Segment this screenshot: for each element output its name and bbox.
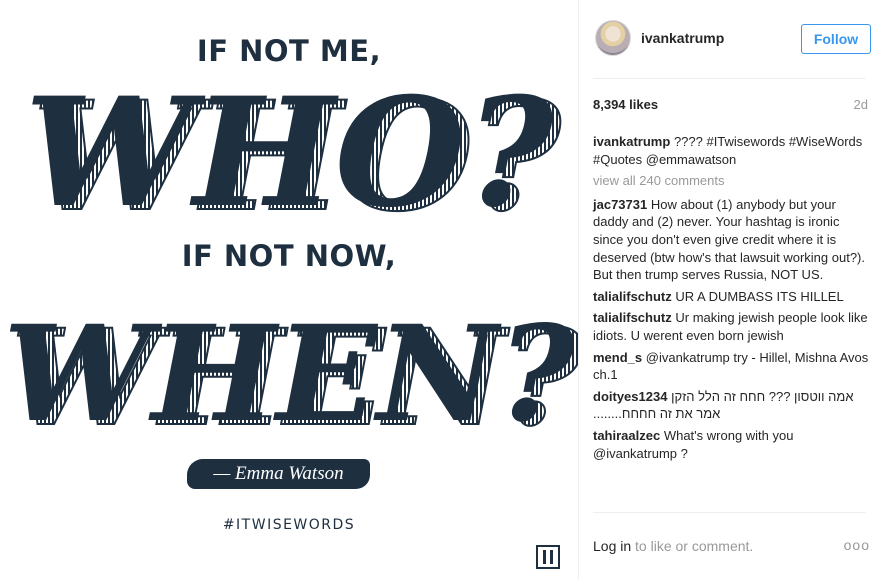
image-hashtag: #ITWISEWORDS: [222, 517, 356, 533]
attribution-text: — Emma Watson: [213, 463, 344, 484]
list-item: talialifschutz Ur making jewish people l…: [593, 309, 869, 344]
list-item: tahiraalzec What's wrong with you @ivank…: [593, 427, 869, 462]
comment-text: UR A DUMBASS ITS HILLEL: [675, 288, 844, 304]
username-link[interactable]: ivankatrump: [641, 30, 724, 46]
quote-line-2: IF NOT NOW,: [181, 239, 397, 273]
avatar[interactable]: [595, 20, 631, 56]
comments-list: ivankatrump ???? #ITwisewords #WiseWords…: [593, 133, 869, 466]
comment-username[interactable]: talialifschutz: [593, 289, 672, 304]
quote-artwork: WHO? WHO? WHEN? WHEN?: [3, 65, 578, 457]
list-item: doityes1234 אמה ווטסון ??? חחח זה הלל הז…: [593, 388, 869, 423]
more-options-icon[interactable]: ooo: [844, 537, 870, 553]
post-time[interactable]: 2d: [854, 97, 868, 112]
attribution-badge: — Emma Watson: [187, 459, 370, 489]
login-link[interactable]: Log in: [593, 538, 631, 554]
quote-word-who-fill: WHO?: [25, 65, 556, 241]
follow-button[interactable]: Follow: [801, 24, 871, 54]
post-image: IF NOT ME, WHO? WHO? WHEN? WHEN? IF NOT …: [0, 0, 578, 580]
login-prompt: Log in to like or comment.: [593, 538, 753, 554]
post-sidebar: ivankatrump Follow 8,394 likes 2d ivanka…: [578, 0, 880, 580]
ivanka-logo-icon: [536, 545, 560, 569]
comment-username[interactable]: talialifschutz: [593, 310, 672, 325]
comment-username[interactable]: mend_s: [593, 350, 642, 365]
view-all-comments-link[interactable]: view all 240 comments: [593, 172, 869, 190]
comment-username[interactable]: doityes1234: [593, 389, 667, 404]
likes-count[interactable]: 8,394 likes: [593, 97, 658, 112]
divider: [593, 512, 866, 513]
caption-username[interactable]: ivankatrump: [593, 134, 670, 149]
divider: [593, 78, 866, 79]
post-header: ivankatrump Follow: [579, 0, 880, 78]
list-item: jac73731 How about (1) anybody but your …: [593, 196, 869, 284]
list-item: talialifschutz UR A DUMBASS ITS HILLEL: [593, 288, 869, 306]
comment-username[interactable]: jac73731: [593, 197, 647, 212]
caption: ivankatrump ???? #ITwisewords #WiseWords…: [593, 133, 869, 168]
list-item: mend_s @ivankatrump try - Hillel, Mishna…: [593, 349, 869, 384]
comment-username[interactable]: tahiraalzec: [593, 428, 660, 443]
quote-word-when-fill: WHEN?: [3, 297, 576, 452]
login-prompt-text: to like or comment.: [631, 538, 754, 554]
